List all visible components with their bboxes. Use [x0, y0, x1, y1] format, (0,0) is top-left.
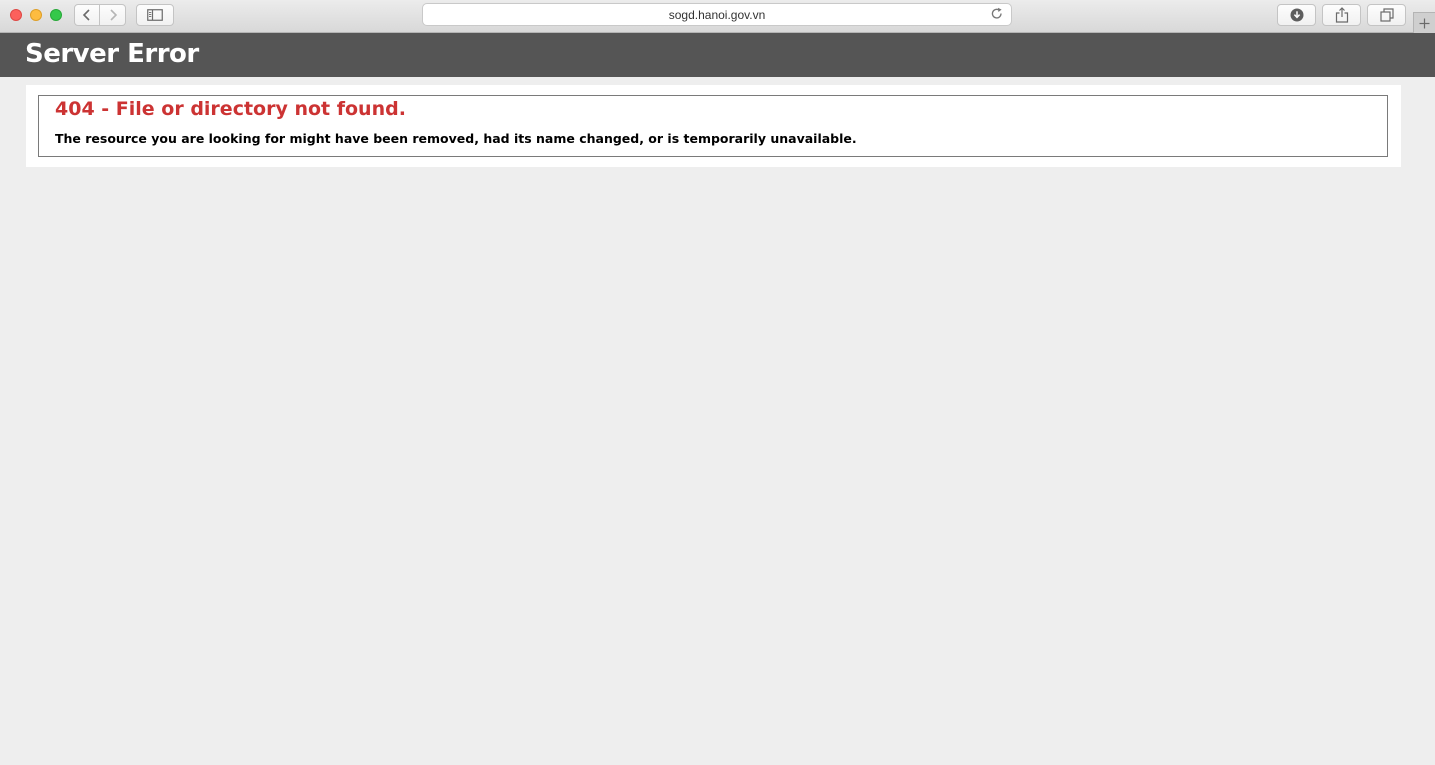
chevron-right-icon [109, 9, 117, 21]
share-icon [1335, 7, 1348, 23]
window-close-button[interactable] [10, 9, 22, 21]
reload-icon[interactable] [990, 7, 1004, 21]
back-button[interactable] [74, 4, 100, 26]
show-all-tabs-button[interactable] [1367, 4, 1406, 26]
content-panel: 404 - File or directory not found. The r… [26, 85, 1401, 167]
new-tab-button[interactable] [1413, 12, 1435, 33]
chevron-left-icon [82, 9, 90, 21]
url-text: sogd.hanoi.gov.vn [668, 8, 766, 22]
address-bar[interactable]: sogd.hanoi.gov.vn [422, 3, 1012, 26]
downloads-button[interactable] [1277, 4, 1316, 26]
window-minimize-button[interactable] [30, 9, 42, 21]
error-box: 404 - File or directory not found. The r… [38, 95, 1388, 157]
sidebar-button[interactable] [136, 4, 174, 26]
browser-toolbar: sogd.hanoi.gov.vn [0, 0, 1435, 33]
window-zoom-button[interactable] [50, 9, 62, 21]
sidebar-icon [147, 9, 163, 21]
error-description: The resource you are looking for might h… [55, 131, 857, 146]
error-title: 404 - File or directory not found. [55, 98, 406, 120]
forward-button[interactable] [100, 4, 126, 26]
tabs-overview-icon [1379, 8, 1394, 22]
download-icon [1290, 8, 1303, 22]
page-title: Server Error [25, 39, 199, 69]
share-button[interactable] [1322, 4, 1361, 26]
page-header: Server Error [0, 33, 1435, 77]
plus-icon [1419, 18, 1430, 28]
